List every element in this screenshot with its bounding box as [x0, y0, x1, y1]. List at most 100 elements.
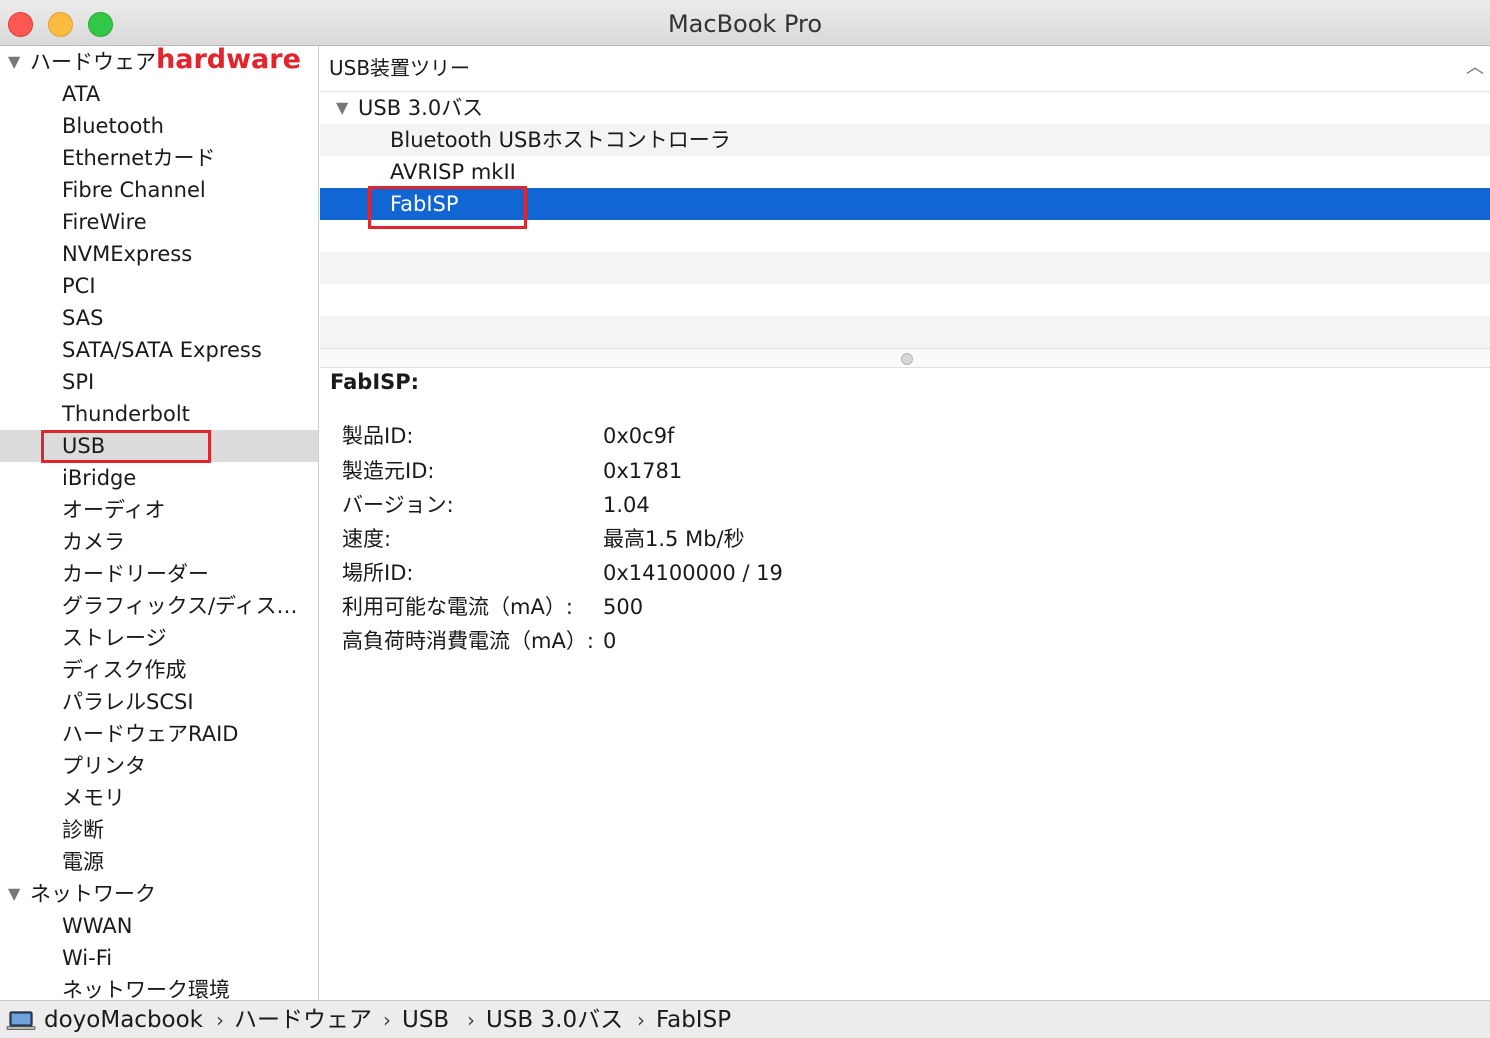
sidebar-item-audio[interactable]: オーディオ: [0, 494, 318, 526]
sidebar-item-memory[interactable]: メモリ: [0, 782, 318, 814]
sidebar-item-fibre-channel[interactable]: Fibre Channel: [0, 174, 318, 206]
sidebar-item-firewire[interactable]: FireWire: [0, 206, 318, 238]
sidebar-item-wifi[interactable]: Wi-Fi: [0, 942, 318, 974]
tree-row-label: Bluetooth USBホストコントローラ: [390, 128, 731, 152]
property-key: 高負荷時消費電流（mA）:: [342, 629, 594, 653]
property-row: 利用可能な電流（mA）: 500: [342, 590, 1242, 624]
tree-row-fabisp[interactable]: FabISP: [320, 188, 1490, 220]
sidebar-group-label: ハードウェア: [30, 50, 156, 74]
tree-row-bus[interactable]: ▼ USB 3.0バス: [320, 92, 1490, 124]
sidebar-item-label: ネットワーク環境: [62, 978, 230, 1000]
property-value: 0x1781: [603, 459, 683, 483]
tree-header: USB装置ツリー ︿: [320, 46, 1490, 92]
breadcrumb-separator: ›: [216, 1008, 224, 1032]
sidebar-item-pci[interactable]: PCI: [0, 270, 318, 302]
sidebar-item-storage[interactable]: ストレージ: [0, 622, 318, 654]
sidebar-item-bluetooth[interactable]: Bluetooth: [0, 110, 318, 142]
disclosure-triangle-icon[interactable]: ▼: [8, 878, 20, 910]
sidebar-item-nvmexpress[interactable]: NVMExpress: [0, 238, 318, 270]
sidebar-item-usb[interactable]: USB: [0, 430, 318, 462]
pane-splitter[interactable]: [320, 348, 1490, 368]
sidebar-item-label: カードリーダー: [62, 562, 209, 586]
disclosure-triangle-icon[interactable]: ▼: [8, 46, 20, 78]
sidebar-item-graphics[interactable]: グラフィックス/ディス…: [0, 590, 318, 622]
property-value: 0x14100000 / 19: [603, 561, 783, 585]
sidebar-item-spi[interactable]: SPI: [0, 366, 318, 398]
sidebar-item-wwan[interactable]: WWAN: [0, 910, 318, 942]
property-key: 場所ID:: [342, 561, 414, 585]
sidebar-item-label: 診断: [62, 818, 104, 842]
sidebar-item-label: NVMExpress: [62, 242, 193, 266]
sidebar-item-label: プリンタ: [62, 754, 146, 778]
tree-row-bluetooth-controller[interactable]: Bluetooth USBホストコントローラ: [320, 124, 1490, 156]
tree-row-label: FabISP: [390, 192, 459, 216]
sidebar-item-power[interactable]: 電源: [0, 846, 318, 878]
sidebar-item-label: カメラ: [62, 530, 125, 554]
sidebar-item-label: FireWire: [62, 210, 147, 234]
breadcrumb-computer[interactable]: doyoMacbook: [44, 1001, 203, 1038]
sidebar-item-sata[interactable]: SATA/SATA Express: [0, 334, 318, 366]
sidebar-item-label: ストレージ: [62, 626, 167, 650]
sidebar-item-label: オーディオ: [62, 498, 166, 522]
main-pane: USB装置ツリー ︿ ▼ USB 3.0バス Bluetooth USBホストコ…: [320, 46, 1490, 1000]
sidebar-item-label: ATA: [62, 82, 101, 106]
sidebar-item-label: Ethernetカード: [62, 146, 216, 170]
sidebar-item-hardware-raid[interactable]: ハードウェアRAID: [0, 718, 318, 750]
breadcrumb-usb-bus[interactable]: USB 3.0バス: [486, 1001, 623, 1038]
tree-row-empty: [320, 284, 1490, 316]
sidebar-item-thunderbolt[interactable]: Thunderbolt: [0, 398, 318, 430]
sidebar-item-label: USB: [62, 434, 106, 458]
sidebar-item-label: パラレルSCSI: [62, 690, 194, 714]
sidebar-item-disc-burning[interactable]: ディスク作成: [0, 654, 318, 686]
sidebar: ▼ ハードウェア hardware ATA Bluetooth Ethernet…: [0, 46, 319, 1000]
sidebar-item-label: 電源: [62, 850, 104, 874]
sidebar-item-label: WWAN: [62, 914, 133, 938]
tree-row-label: AVRISP mkII: [390, 160, 516, 184]
property-key: 利用可能な電流（mA）:: [342, 595, 573, 619]
property-value: 最高1.5 Mb/秒: [603, 527, 745, 551]
window-title: MacBook Pro: [667, 10, 823, 38]
sidebar-item-parallel-scsi[interactable]: パラレルSCSI: [0, 686, 318, 718]
sidebar-item-printers[interactable]: プリンタ: [0, 750, 318, 782]
splitter-handle-icon[interactable]: [901, 353, 913, 365]
tree-row-avrisp[interactable]: AVRISP mkII: [320, 156, 1490, 188]
sidebar-item-ibridge[interactable]: iBridge: [0, 462, 318, 494]
property-value: 0x0c9f: [603, 424, 675, 448]
sidebar-group-network[interactable]: ▼ ネットワーク: [0, 878, 318, 910]
sidebar-item-label: メモリ: [62, 786, 125, 810]
property-row: バージョン: 1.04: [342, 488, 1242, 522]
sidebar-item-camera[interactable]: カメラ: [0, 526, 318, 558]
sidebar-item-ethernet[interactable]: Ethernetカード: [0, 142, 318, 174]
breadcrumb-usb[interactable]: USB: [402, 1001, 449, 1038]
tree-row-label: USB 3.0バス: [358, 96, 484, 120]
sidebar-item-sas[interactable]: SAS: [0, 302, 318, 334]
path-bar: doyoMacbook › ハードウェア › USB › USB 3.0バス ›…: [0, 1000, 1490, 1038]
property-key: 製造元ID:: [342, 459, 435, 483]
sidebar-item-locations[interactable]: ネットワーク環境: [0, 974, 318, 1000]
sidebar-item-label: iBridge: [62, 466, 137, 490]
property-row: 製品ID: 0x0c9f: [342, 419, 1242, 453]
breadcrumb-separator: ›: [467, 1008, 475, 1032]
property-key: バージョン:: [342, 493, 454, 517]
detail-title: FabISP:: [330, 370, 420, 394]
disclosure-triangle-icon[interactable]: ▼: [336, 92, 348, 124]
property-key: 製品ID:: [342, 424, 414, 448]
tree-row-empty: [320, 316, 1490, 348]
breadcrumb-separator: ›: [383, 1008, 391, 1032]
sidebar-item-label: SATA/SATA Express: [62, 338, 262, 362]
sidebar-item-label: ディスク作成: [62, 658, 187, 682]
chevron-up-icon[interactable]: ︿: [1466, 46, 1484, 90]
sidebar-group-hardware[interactable]: ▼ ハードウェア hardware: [0, 46, 318, 78]
property-row: 速度: 最高1.5 Mb/秒: [342, 522, 1242, 556]
property-value: 1.04: [603, 493, 650, 517]
sidebar-item-diagnostics[interactable]: 診断: [0, 814, 318, 846]
sidebar-item-ata[interactable]: ATA: [0, 78, 318, 110]
property-row: 高負荷時消費電流（mA）: 0: [342, 624, 1242, 658]
sidebar-item-label: PCI: [62, 274, 96, 298]
breadcrumb-fabisp[interactable]: FabISP: [656, 1001, 731, 1038]
sidebar-item-label: Bluetooth: [62, 114, 164, 138]
breadcrumb-hardware[interactable]: ハードウェア: [234, 1001, 372, 1038]
property-row: 製造元ID: 0x1781: [342, 454, 1242, 488]
property-key: 速度:: [342, 527, 392, 551]
sidebar-item-card-reader[interactable]: カードリーダー: [0, 558, 318, 590]
